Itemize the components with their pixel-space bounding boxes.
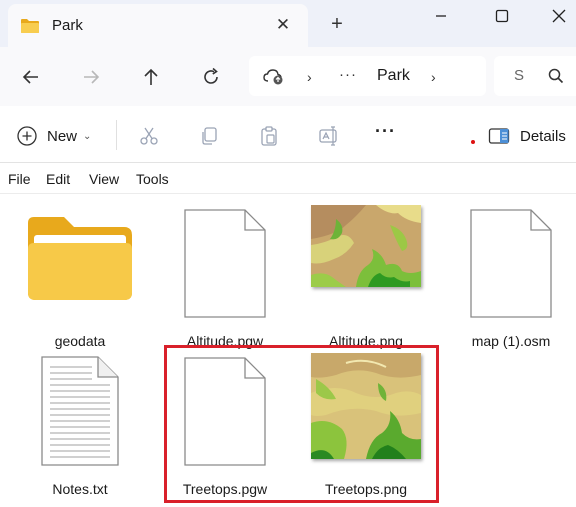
title-bar: Park ✕ + — [0, 0, 576, 47]
file-name: geodata — [54, 333, 106, 349]
details-button[interactable]: Details — [488, 127, 566, 145]
chevron-right-icon[interactable]: › — [431, 69, 436, 85]
image-thumbnail — [311, 205, 421, 287]
menu-view[interactable]: View — [89, 171, 119, 187]
file-item[interactable]: Altitude.png — [306, 205, 426, 355]
document-icon — [470, 209, 552, 318]
file-item[interactable]: map (1).osm — [451, 205, 571, 355]
rename-icon[interactable] — [318, 125, 340, 147]
file-item[interactable]: Altitude.pgw — [165, 205, 285, 355]
chevron-right-icon[interactable]: › — [307, 69, 312, 85]
cut-icon[interactable] — [138, 125, 160, 147]
file-name: Notes.txt — [52, 481, 108, 497]
menu-file[interactable]: File — [8, 171, 31, 187]
breadcrumb-overflow[interactable]: ··· — [339, 66, 357, 83]
command-bar: New ⌄ ··· Details — [0, 106, 576, 163]
search-box[interactable]: S — [494, 56, 576, 96]
more-options-button[interactable]: ··· — [375, 121, 396, 142]
plus-circle-icon — [17, 126, 37, 146]
menu-tools[interactable]: Tools — [136, 171, 169, 187]
tab-park[interactable]: Park ✕ — [8, 4, 308, 47]
address-bar[interactable]: › ··· Park › — [249, 56, 486, 96]
new-button-label: New — [47, 127, 78, 145]
back-arrow-icon[interactable] — [20, 66, 42, 88]
new-button[interactable]: New ⌄ — [16, 124, 91, 148]
up-arrow-icon[interactable] — [140, 66, 162, 88]
file-item[interactable]: Notes.txt — [20, 353, 140, 503]
breadcrumb-park[interactable]: Park — [377, 67, 410, 85]
tab-title: Park — [52, 17, 83, 34]
chevron-down-icon: ⌄ — [83, 130, 92, 142]
new-tab-button[interactable]: + — [327, 14, 347, 34]
close-tab-icon[interactable]: ✕ — [273, 15, 293, 35]
search-icon[interactable] — [548, 68, 564, 84]
refresh-icon[interactable] — [200, 66, 222, 88]
details-label: Details — [520, 127, 566, 145]
toolbar-divider — [116, 120, 117, 150]
details-pane-icon — [488, 128, 510, 144]
menu-edit[interactable]: Edit — [46, 171, 70, 187]
file-item[interactable]: geodata — [20, 205, 140, 355]
text-document-icon — [41, 356, 119, 466]
paste-icon[interactable] — [258, 125, 280, 147]
folder-icon — [21, 19, 39, 33]
folder-icon — [28, 217, 132, 300]
document-icon — [184, 209, 266, 318]
navigation-bar: › ··· Park › S — [0, 47, 576, 106]
copy-icon[interactable] — [198, 125, 220, 147]
cloud-sync-icon — [263, 69, 283, 85]
forward-arrow-icon[interactable] — [80, 66, 102, 88]
selection-highlight — [164, 345, 439, 503]
notification-dot — [471, 140, 475, 144]
search-input[interactable]: S — [514, 67, 524, 84]
maximize-icon[interactable] — [492, 6, 512, 26]
menu-bar: File Edit View Tools — [0, 164, 576, 194]
file-name: map (1).osm — [471, 333, 551, 349]
minimize-icon[interactable] — [431, 6, 451, 26]
close-window-icon[interactable] — [549, 6, 569, 26]
